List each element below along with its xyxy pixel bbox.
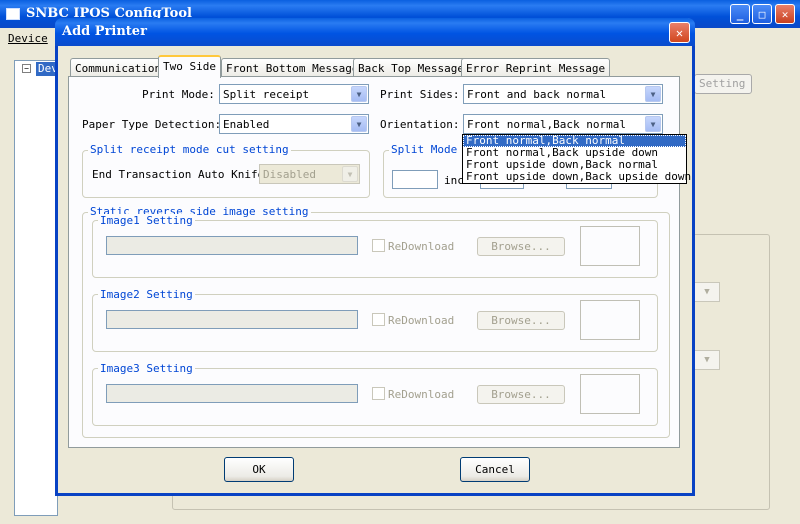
- cancel-button[interactable]: Cancel: [460, 457, 530, 482]
- split-cut-group-title: Split receipt mode cut setting: [88, 143, 291, 156]
- chevron-down-icon[interactable]: ▼: [645, 86, 661, 102]
- ok-button[interactable]: OK: [224, 457, 294, 482]
- image3-preview: [580, 374, 640, 414]
- chevron-down-icon: ▼: [694, 282, 720, 302]
- print-mode-label: Print Mode:: [142, 88, 215, 101]
- image2-redownload-label: ReDownload: [388, 314, 455, 327]
- split-mode-input[interactable]: [392, 170, 438, 189]
- image1-redownload-checkbox[interactable]: [372, 239, 385, 252]
- tab-communication[interactable]: Communication: [70, 58, 167, 77]
- setting-button[interactable]: Setting: [694, 74, 752, 94]
- app-icon: [6, 8, 20, 20]
- image3-path-field[interactable]: [106, 384, 358, 403]
- tab-error-reprint-message[interactable]: Error Reprint Message: [461, 58, 611, 77]
- image1-path-field[interactable]: [106, 236, 358, 255]
- print-mode-select[interactable]: Split receipt ▼: [219, 84, 369, 104]
- image3-redownload-checkbox[interactable]: [372, 387, 385, 400]
- image3-browse-button[interactable]: Browse...: [477, 385, 565, 404]
- image1-preview: [580, 226, 640, 266]
- image2-group-title: Image2 Setting: [98, 288, 195, 301]
- chevron-down-icon[interactable]: ▼: [351, 86, 367, 102]
- menu-device[interactable]: Device: [8, 32, 48, 45]
- auto-knife-label: End Transaction Auto Knife:: [92, 168, 271, 181]
- split-mode-group-title: Split Mode M: [389, 143, 473, 156]
- minimize-button[interactable]: _: [730, 4, 750, 24]
- auto-knife-value: Disabled: [263, 168, 316, 181]
- paper-type-select[interactable]: Enabled ▼: [219, 114, 369, 134]
- print-sides-value: Front and back normal: [467, 88, 607, 101]
- image3-redownload-label: ReDownload: [388, 388, 455, 401]
- print-sides-label: Print Sides:: [380, 88, 460, 101]
- orientation-select[interactable]: Front normal,Back normal ▼: [463, 114, 663, 134]
- image1-group-title: Image1 Setting: [98, 214, 195, 227]
- dialog-title: Add Printer: [62, 24, 147, 39]
- paper-type-value: Enabled: [223, 118, 270, 131]
- maximize-button[interactable]: □: [752, 4, 772, 24]
- tab-back-top-message[interactable]: Back Top Message: [353, 58, 469, 77]
- orientation-dropdown-list[interactable]: Front normal,Back normal Front normal,Ba…: [462, 134, 691, 184]
- image2-path-field[interactable]: [106, 310, 358, 329]
- auto-knife-select[interactable]: Disabled ▼: [259, 164, 360, 184]
- dialog-titlebar: [55, 18, 695, 46]
- paper-type-label: Paper Type Detection:: [82, 118, 222, 131]
- close-icon[interactable]: ✕: [775, 4, 795, 24]
- tree-node-device[interactable]: Device: [36, 62, 56, 76]
- image3-group-title: Image3 Setting: [98, 362, 195, 375]
- tab-front-bottom-message[interactable]: Front Bottom Message: [221, 58, 364, 77]
- orientation-option[interactable]: Front upside down,Back upside down: [463, 171, 691, 183]
- image1-redownload-label: ReDownload: [388, 240, 455, 253]
- image1-browse-button[interactable]: Browse...: [477, 237, 565, 256]
- chevron-down-icon[interactable]: ▼: [645, 116, 661, 132]
- orientation-value: Front normal,Back normal: [467, 118, 626, 131]
- orientation-label: Orientation:: [380, 118, 460, 131]
- chevron-down-icon: ▼: [694, 350, 720, 370]
- image2-browse-button[interactable]: Browse...: [477, 311, 565, 330]
- dialog-close-icon[interactable]: ✕: [669, 22, 690, 43]
- chevron-down-icon[interactable]: ▼: [342, 166, 358, 182]
- tree-collapse-icon[interactable]: −: [22, 64, 31, 73]
- tab-two-side[interactable]: Two Side: [158, 55, 221, 78]
- image2-redownload-checkbox[interactable]: [372, 313, 385, 326]
- chevron-down-icon[interactable]: ▼: [351, 116, 367, 132]
- device-tree[interactable]: [14, 60, 58, 516]
- print-mode-value: Split receipt: [223, 88, 310, 101]
- print-sides-select[interactable]: Front and back normal ▼: [463, 84, 663, 104]
- image2-preview: [580, 300, 640, 340]
- split-mode-unit: inc: [444, 174, 464, 187]
